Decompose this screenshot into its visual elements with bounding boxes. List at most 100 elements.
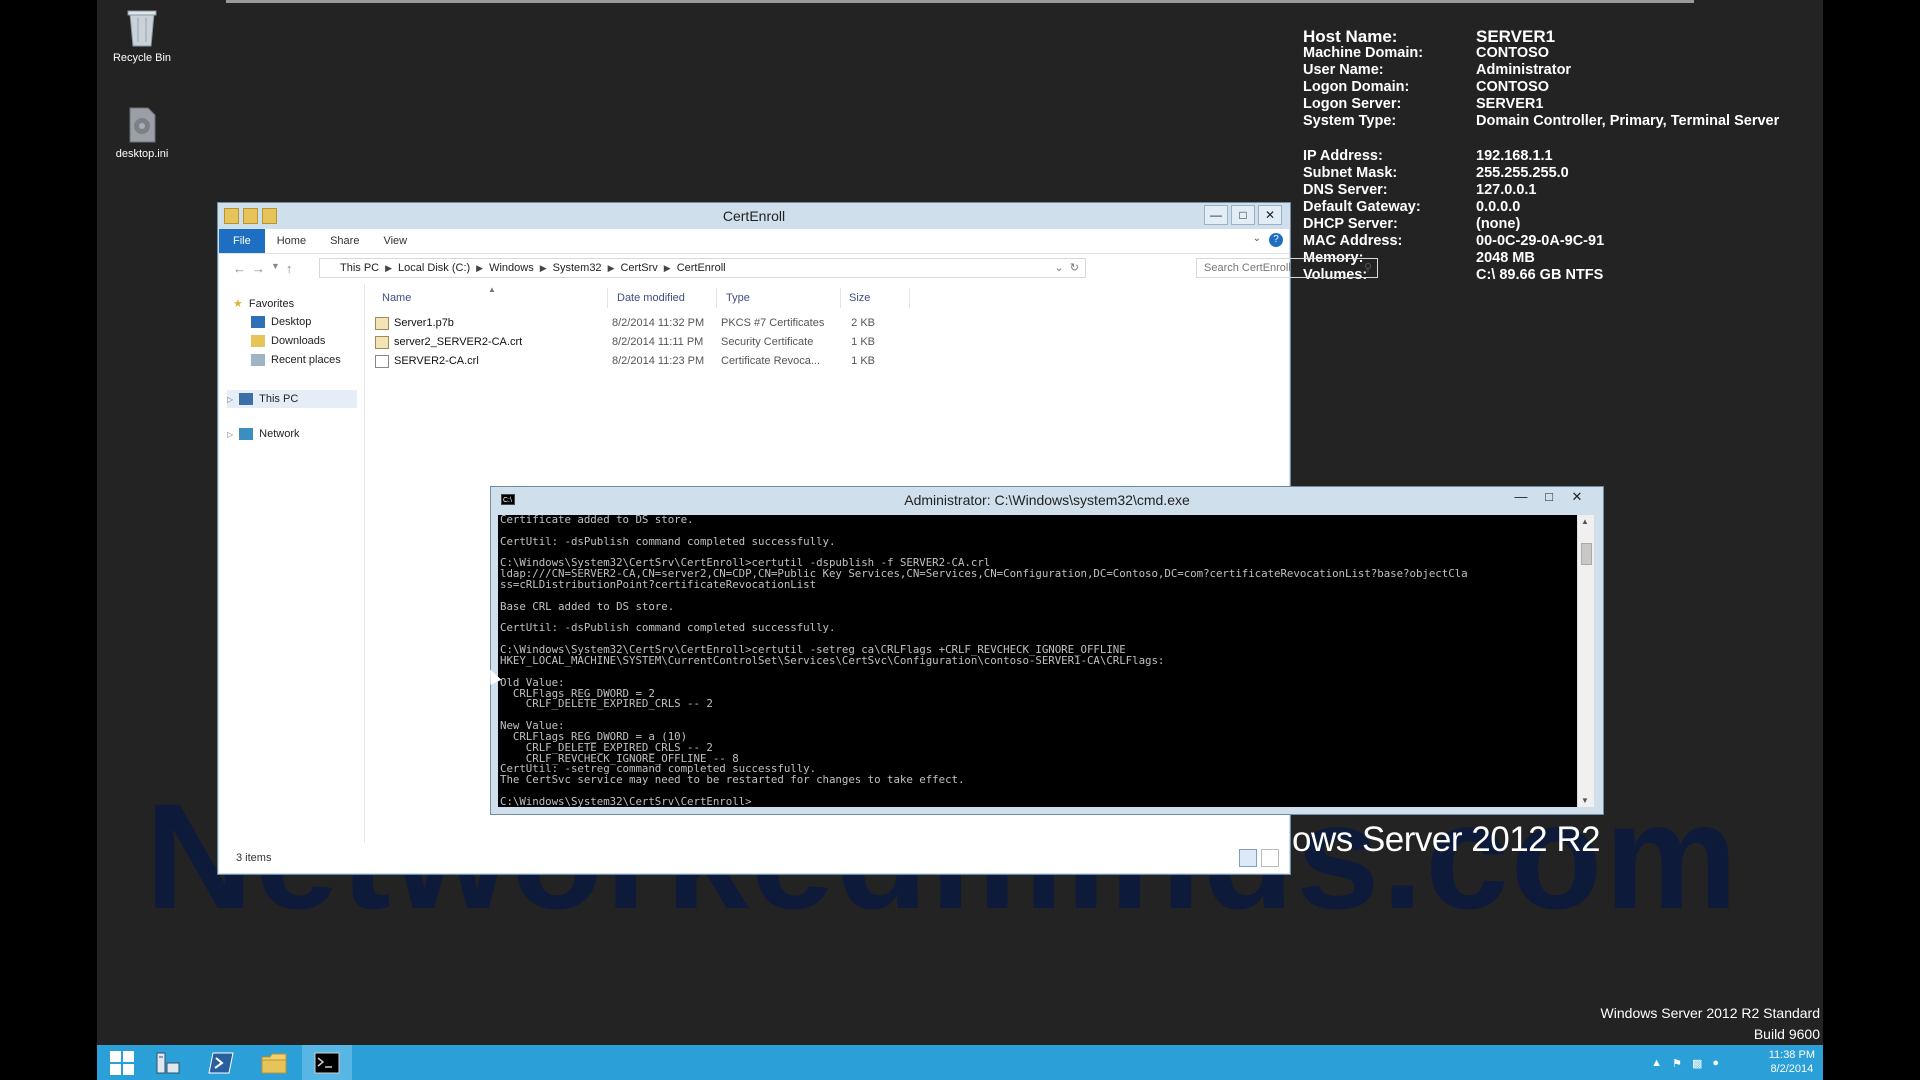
column-header-date[interactable]: Date modified bbox=[617, 292, 685, 304]
column-divider[interactable] bbox=[716, 288, 717, 308]
breadcrumb-item[interactable]: System32 bbox=[553, 262, 602, 274]
column-header-size[interactable]: Size bbox=[849, 292, 870, 304]
nav-item-favorites[interactable]: ★ Favorites bbox=[233, 297, 294, 311]
chevron-right-icon[interactable]: ▶ bbox=[476, 263, 483, 274]
clock[interactable]: 11:38 PM 8/2/2014 bbox=[1769, 1048, 1815, 1076]
volume-muted-icon[interactable]: ● bbox=[1712, 1057, 1719, 1070]
file-explorer-button[interactable] bbox=[249, 1045, 299, 1080]
bginfo-key: DHCP Server: bbox=[1303, 215, 1398, 232]
bginfo-value: (none) bbox=[1476, 215, 1521, 232]
nav-item-this-pc[interactable]: ▷ This PC bbox=[227, 390, 357, 408]
column-header-type[interactable]: Type bbox=[726, 292, 750, 304]
expand-ribbon-icon[interactable]: ⌄ bbox=[1253, 233, 1261, 244]
server-manager-icon bbox=[156, 1052, 180, 1073]
file-name: SERVER2-CA.crl bbox=[394, 355, 479, 367]
bginfo-key: IP Address: bbox=[1303, 147, 1383, 164]
column-divider[interactable] bbox=[607, 288, 608, 308]
refresh-icon[interactable]: ⌄ ↻ bbox=[1054, 261, 1079, 274]
bginfo-key: Logon Server: bbox=[1303, 96, 1402, 113]
vertical-scrollbar[interactable]: ▲ ▼ bbox=[1577, 515, 1594, 807]
window-controls: — □ ✕ bbox=[1204, 205, 1282, 225]
window-controls: — □ ✕ bbox=[1507, 488, 1591, 506]
large-icons-view-icon[interactable] bbox=[1261, 849, 1279, 867]
console-output[interactable]: Certificate added to DS store. CertUtil:… bbox=[498, 515, 1581, 807]
file-name: Server1.p7b bbox=[394, 317, 454, 329]
help-icon[interactable]: ? bbox=[1269, 233, 1283, 247]
bginfo-key: MAC Address: bbox=[1303, 233, 1403, 250]
breadcrumb-item[interactable]: CertEnroll bbox=[677, 262, 726, 274]
window-title: Administrator: C:\Windows\system32\cmd.e… bbox=[904, 492, 1190, 508]
star-icon: ★ bbox=[233, 298, 243, 310]
explorer-titlebar[interactable]: CertEnroll — □ ✕ bbox=[218, 203, 1290, 229]
address-bar[interactable]: This PC ▶ Local Disk (C:) ▶ Windows ▶ Syste… bbox=[319, 258, 1086, 278]
close-button[interactable]: ✕ bbox=[1258, 205, 1282, 225]
forward-arrow-icon[interactable]: → bbox=[252, 261, 265, 276]
maximize-button[interactable]: □ bbox=[1535, 488, 1563, 506]
scrollbar-thumb[interactable] bbox=[1581, 543, 1592, 565]
cmd-icon bbox=[314, 1052, 340, 1073]
file-row[interactable]: SERVER2-CA.crl 8/2/2014 11:23 PM Certifi… bbox=[375, 352, 875, 370]
close-button[interactable]: ✕ bbox=[1563, 488, 1591, 506]
minimize-button[interactable]: — bbox=[1507, 488, 1535, 506]
breadcrumb-item[interactable]: Local Disk (C:) bbox=[398, 262, 470, 274]
recent-locations-icon[interactable]: ▼ bbox=[271, 261, 280, 276]
tab-share[interactable]: Share bbox=[318, 235, 371, 247]
file-row[interactable]: server2_SERVER2-CA.crt 8/2/2014 11:11 PM… bbox=[375, 333, 875, 351]
file-row[interactable]: Server1.p7b 8/2/2014 11:32 PM PKCS #7 Ce… bbox=[375, 314, 875, 332]
network-icon[interactable]: ▩ bbox=[1692, 1057, 1702, 1070]
breadcrumb-item[interactable]: CertSrv bbox=[620, 262, 657, 274]
status-bar: 3 items bbox=[219, 843, 1289, 873]
column-header-name[interactable]: Name bbox=[382, 292, 411, 304]
bginfo-key: Default Gateway: bbox=[1303, 198, 1421, 215]
search-input[interactable]: Search CertEnroll ⚲ bbox=[1196, 258, 1378, 278]
breadcrumb-item[interactable]: This PC bbox=[340, 262, 379, 274]
top-edge-bar bbox=[226, 0, 1694, 3]
bginfo-key: Subnet Mask: bbox=[1303, 164, 1398, 181]
recent-places-icon bbox=[251, 354, 265, 366]
windows-server-brand: ows Server 2012 R2 bbox=[1292, 820, 1601, 859]
chevron-right-icon[interactable]: ▶ bbox=[664, 263, 671, 274]
file-size: 1 KB bbox=[851, 336, 875, 348]
windows-logo-icon bbox=[110, 1050, 134, 1075]
scroll-down-icon[interactable]: ▼ bbox=[1581, 796, 1589, 805]
desktop-icon-desktop-ini[interactable]: desktop.ini bbox=[102, 104, 182, 160]
nav-item-network[interactable]: ▷ Network bbox=[227, 428, 300, 440]
column-divider[interactable] bbox=[909, 288, 910, 308]
start-button[interactable] bbox=[97, 1045, 147, 1080]
details-view-icon[interactable] bbox=[1239, 849, 1257, 867]
bginfo-key: Machine Domain: bbox=[1303, 45, 1424, 62]
breadcrumb-item[interactable]: Windows bbox=[489, 262, 534, 274]
action-center-flag-icon[interactable]: ⚑ bbox=[1672, 1057, 1682, 1070]
cmd-titlebar[interactable]: C:\ Administrator: C:\Windows\system32\c… bbox=[491, 487, 1603, 513]
tab-view[interactable]: View bbox=[371, 235, 419, 247]
back-arrow-icon[interactable]: ← bbox=[233, 261, 246, 276]
nav-item-desktop[interactable]: Desktop bbox=[251, 316, 311, 328]
maximize-button[interactable]: □ bbox=[1231, 205, 1255, 225]
chevron-right-icon[interactable]: ▶ bbox=[608, 263, 615, 274]
cmd-window[interactable]: C:\ Administrator: C:\Windows\system32\c… bbox=[490, 486, 1604, 815]
column-divider[interactable] bbox=[840, 288, 841, 308]
tab-file[interactable]: File bbox=[219, 229, 265, 253]
chevron-right-icon[interactable]: ▷ bbox=[227, 430, 233, 439]
show-hidden-icons-icon[interactable]: ▲ bbox=[1651, 1057, 1662, 1070]
up-arrow-icon[interactable]: ↑ bbox=[286, 261, 293, 276]
chevron-right-icon[interactable]: ▷ bbox=[227, 395, 233, 404]
desktop-icon-label: Recycle Bin bbox=[112, 52, 172, 64]
view-toggles bbox=[1239, 849, 1279, 867]
tab-home[interactable]: Home bbox=[265, 235, 318, 247]
powershell-button[interactable] bbox=[196, 1045, 246, 1080]
file-type: Security Certificate bbox=[721, 336, 814, 348]
nav-item-recent-places[interactable]: Recent places bbox=[251, 354, 341, 366]
bginfo-value: 192.168.1.1 bbox=[1476, 147, 1553, 164]
minimize-button[interactable]: — bbox=[1204, 205, 1228, 225]
desktop-icon-recycle-bin[interactable]: Recycle Bin bbox=[102, 8, 182, 64]
search-icon[interactable]: ⚲ bbox=[1364, 261, 1372, 274]
search-placeholder: Search CertEnroll bbox=[1204, 262, 1291, 274]
chevron-right-icon[interactable]: ▶ bbox=[385, 263, 392, 274]
chevron-right-icon[interactable]: ▶ bbox=[540, 263, 547, 274]
nav-item-downloads[interactable]: Downloads bbox=[251, 335, 325, 347]
bginfo-value: CONTOSO bbox=[1476, 79, 1550, 96]
cmd-button[interactable] bbox=[302, 1045, 352, 1080]
scroll-up-icon[interactable]: ▲ bbox=[1581, 517, 1589, 526]
server-manager-button[interactable] bbox=[143, 1045, 193, 1080]
